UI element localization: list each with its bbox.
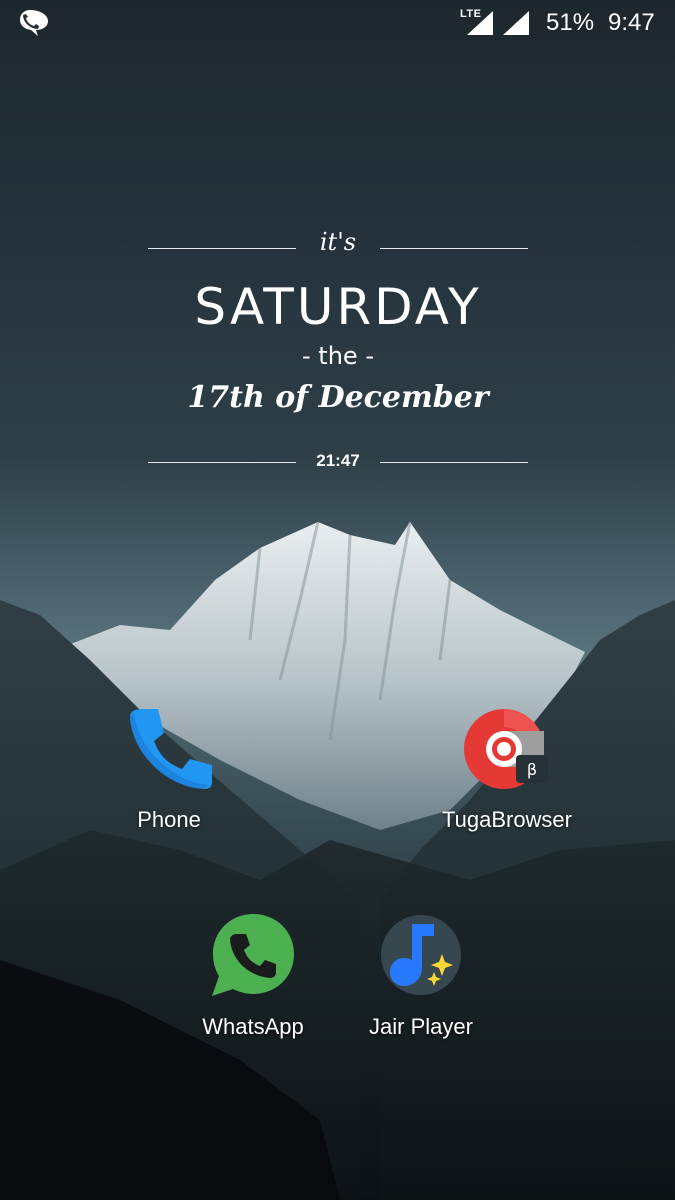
phone-icon (130, 709, 212, 789)
app-jair-player[interactable]: Jair Player (346, 910, 496, 1040)
date-widget[interactable]: it's SATURDAY - the - 17th of December 2… (148, 228, 528, 478)
day-of-week: SATURDAY (194, 278, 482, 336)
app-label: Phone (137, 807, 201, 832)
app-label: TugaBrowser (441, 807, 572, 832)
date-text: 17th of December (187, 380, 489, 415)
app-label: Jair Player (369, 1014, 473, 1039)
jair-player-icon (381, 915, 461, 995)
status-clock: 9:47 (608, 9, 655, 36)
app-label: WhatsApp (202, 1014, 304, 1039)
widget-time: 21:47 (316, 451, 360, 470)
svg-text:β: β (527, 760, 537, 779)
the-text: - the - (302, 342, 374, 370)
notification-speech-bubble-icon[interactable] (16, 8, 50, 38)
mountain-wallpaper (0, 521, 675, 1200)
signal-icon (467, 11, 493, 35)
status-bar: LTE 51% 9:47 (0, 0, 675, 46)
app-whatsapp[interactable]: WhatsApp (178, 910, 328, 1040)
home-screen: LTE 51% 9:47 it's SATURDAY - the - 17th … (0, 0, 675, 1200)
app-tugabrowser[interactable]: β TugaBrowser (432, 703, 582, 833)
its-text: it's (319, 228, 357, 256)
battery-percentage: 51% (546, 9, 595, 36)
tugabrowser-icon: β (464, 709, 548, 789)
whatsapp-icon (212, 914, 294, 996)
app-phone[interactable]: Phone (94, 703, 244, 833)
wifi-signal-icon (503, 11, 529, 35)
